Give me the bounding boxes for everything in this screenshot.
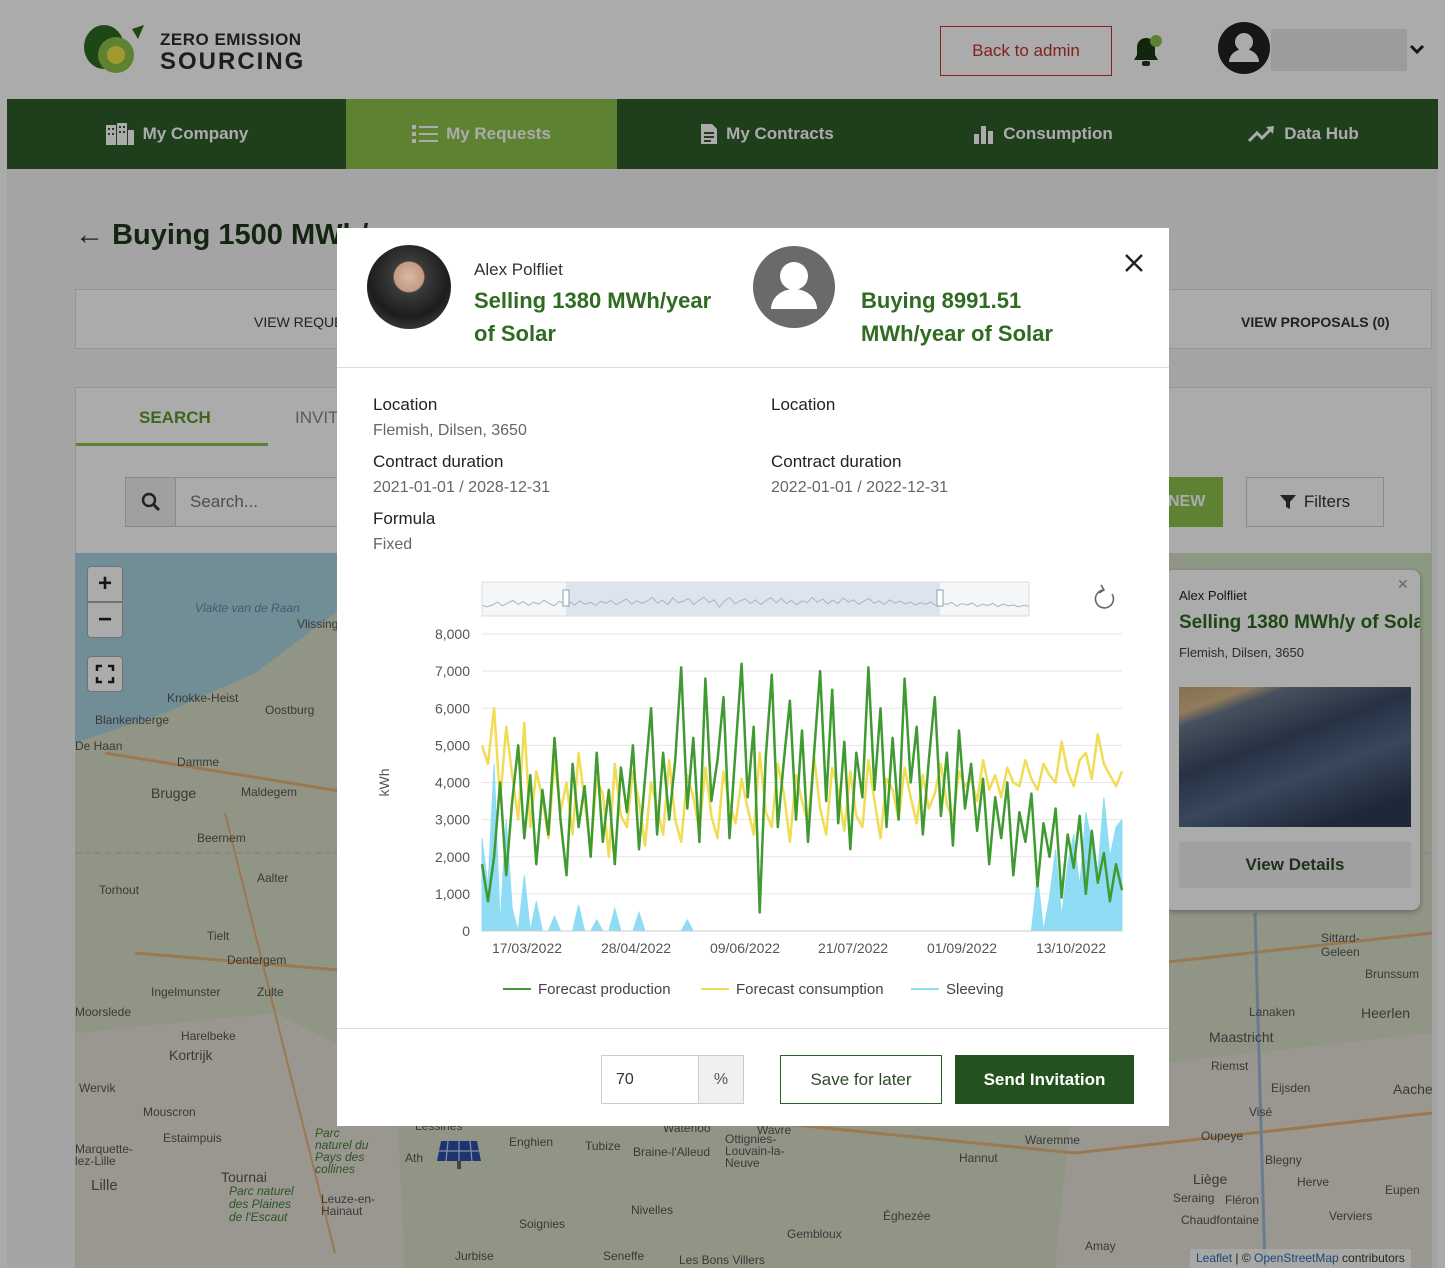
y-tick-label: 0 (462, 923, 470, 939)
y-tick-label: 4,000 (435, 775, 470, 791)
invitation-modal: Alex Polfliet Selling 1380 MWh/year of S… (337, 228, 1169, 1126)
y-tick-label: 8,000 (435, 626, 470, 642)
y-tick-label: 6,000 (435, 700, 470, 716)
y-tick-label: 2,000 (435, 849, 470, 865)
save-for-later-button[interactable]: Save for later (780, 1055, 942, 1104)
legend-label: Forecast production (538, 981, 671, 998)
modal-header: Alex Polfliet Selling 1380 MWh/year of S… (337, 228, 1169, 368)
legend-label: Sleeving (946, 981, 1004, 998)
seller-avatar (367, 245, 451, 329)
percent-sign: % (698, 1056, 743, 1103)
y-tick-label: 3,000 (435, 812, 470, 828)
x-tick-label: 17/03/2022 (492, 940, 562, 956)
percentage-input[interactable] (602, 1056, 698, 1103)
seller-duration-label: Contract duration (373, 452, 504, 471)
seller-formula-value: Fixed (373, 536, 413, 553)
series-forecast-production (480, 662, 1124, 914)
x-tick-label: 28/04/2022 (601, 940, 671, 956)
x-tick-label: 13/10/2022 (1036, 940, 1106, 956)
buyer-duration-label: Contract duration (771, 452, 902, 471)
series-sleeving (481, 763, 1123, 932)
seller-location-label: Location (373, 395, 438, 414)
refresh-icon (1094, 584, 1115, 609)
seller-name: Alex Polfliet (474, 260, 563, 279)
x-tick-label: 21/07/2022 (818, 940, 888, 956)
y-tick-label: 1,000 (435, 886, 470, 902)
x-tick-label: 01/09/2022 (927, 940, 997, 956)
navigator-handle-left (562, 589, 570, 607)
buyer-location-label: Location (771, 395, 836, 414)
close-icon[interactable] (1123, 252, 1145, 274)
navigator-selected-range (566, 582, 940, 616)
seller-location-value: Flemish, Dilsen, 3650 (373, 422, 527, 439)
y-tick-label: 5,000 (435, 737, 470, 753)
modal-footer: % Save for later Send Invitation (337, 1028, 1169, 1126)
energy-chart-svg: 8,000 7,000 6,000 5,000 4,000 3,000 2,000 1,000… (376, 581, 1124, 998)
energy-chart: 8,000 7,000 6,000 5,000 4,000 3,000 2,000 1,000… (337, 568, 1169, 1008)
seller-formula-label: Formula (373, 509, 436, 528)
buyer-duration-value: 2022-01-01 / 2022-12-31 (771, 479, 949, 496)
buyer-request-title: Buying 8991.51 MWh/year of Solar (861, 288, 1053, 346)
buyer-avatar-icon (752, 245, 836, 329)
send-invitation-button[interactable]: Send Invitation (955, 1055, 1134, 1104)
percentage-field: % (601, 1055, 744, 1104)
navigator-handle-right (936, 589, 944, 607)
seller-offer-title: Selling 1380 MWh/year of Solar (474, 288, 712, 346)
y-axis-label: kWh (376, 769, 392, 797)
seller-duration-value: 2021-01-01 / 2028-12-31 (373, 479, 551, 496)
x-tick-label: 09/06/2022 (710, 940, 780, 956)
legend-label: Forecast consumption (736, 981, 884, 998)
y-tick-label: 7,000 (435, 663, 470, 679)
